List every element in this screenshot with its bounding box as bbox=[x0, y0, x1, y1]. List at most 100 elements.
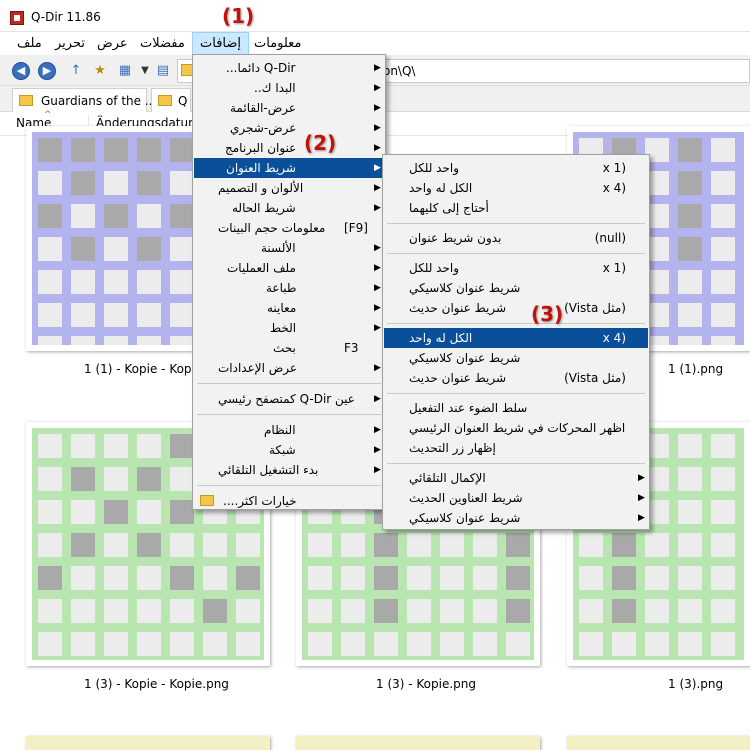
extras-menu-item[interactable]: عرض-القائمة ▶ bbox=[194, 98, 384, 118]
extras-menu-item[interactable]: عين Q-Dir كمتصفح رئيسي ▶ bbox=[194, 389, 384, 409]
thumbnail-cell bbox=[104, 500, 128, 524]
extras-menu-item[interactable]: عنوان البرنامج ▶ bbox=[194, 138, 384, 158]
thumbnail-cell bbox=[579, 566, 603, 590]
thumbnail-cell bbox=[407, 599, 431, 623]
titlebar-menu-item[interactable]: شريط العناوين الحديث ▶ bbox=[384, 488, 648, 508]
titlebar-menu-item[interactable]: شريط عنوان كلاسيكي bbox=[384, 348, 648, 368]
extras-menu-item[interactable]: شبكة ▶ bbox=[194, 440, 384, 460]
thumbnail-cell bbox=[137, 303, 161, 327]
menu-item-label: عنوان البرنامج bbox=[225, 141, 297, 155]
thumbnail-cell bbox=[38, 632, 62, 656]
file-label[interactable]: 1 (3).png bbox=[668, 677, 723, 691]
extras-menu-item[interactable]: الألسنة ▶ bbox=[194, 238, 384, 258]
extras-menu-item[interactable]: بحث F3 bbox=[194, 338, 384, 358]
thumbnail-cell bbox=[38, 237, 62, 261]
thumbnail-cell bbox=[38, 434, 62, 458]
chevron-right-icon: ▶ bbox=[374, 183, 381, 193]
menu-edit[interactable]: تحرير bbox=[48, 32, 92, 56]
thumbnail-cell bbox=[71, 434, 95, 458]
menu-item-label: واحد للكل bbox=[409, 261, 460, 275]
titlebar-menu-item[interactable]: الإكمال التلقائي ▶ bbox=[384, 468, 648, 488]
file-label[interactable]: 1 (3) - Kopie.png bbox=[376, 677, 476, 691]
file-thumbnail[interactable] bbox=[296, 736, 540, 750]
menu-item-label: بحث bbox=[273, 341, 296, 355]
thumbnail-cell bbox=[711, 467, 735, 491]
menu-favorites[interactable]: مفضلات bbox=[133, 32, 192, 56]
layout-icon[interactable]: ▤ bbox=[153, 61, 173, 81]
tab-q[interactable]: Q bbox=[151, 88, 191, 112]
extras-menu-item[interactable]: عرض-شجري ▶ bbox=[194, 118, 384, 138]
thumbnail-cell bbox=[236, 632, 260, 656]
thumbnail-cell bbox=[71, 270, 95, 294]
menu-item-label: شريط العناوين الحديث bbox=[409, 491, 523, 505]
thumbnail-cell bbox=[38, 303, 62, 327]
titlebar-menu-item[interactable]: إظهار زر التحديث bbox=[384, 438, 648, 458]
thumbnail-cell bbox=[645, 533, 669, 557]
menu-view[interactable]: عرض bbox=[90, 32, 135, 56]
menu-file[interactable]: ملف bbox=[10, 32, 49, 56]
forward-icon[interactable]: ▶ bbox=[38, 62, 56, 80]
extras-menu-item[interactable]: عرض الإعدادات ▶ bbox=[194, 358, 384, 378]
new-folder-icon[interactable]: ★ bbox=[90, 61, 110, 81]
tab-guardians[interactable]: Guardians of the ... bbox=[12, 88, 156, 112]
extras-menu-item[interactable]: شريط العنوان ▶ bbox=[194, 158, 384, 178]
file-label[interactable]: 1 (1).png bbox=[668, 362, 723, 376]
extras-menu-item[interactable]: طباعة ▶ bbox=[194, 278, 384, 298]
extras-menu-item[interactable]: معلومات حجم البينات [F9] bbox=[194, 218, 384, 238]
extras-menu-item[interactable]: الألوان و التصميم ▶ bbox=[194, 178, 384, 198]
titlebar-menu-item[interactable]: اظهر المحركات في شريط العنوان الرئيسي bbox=[384, 418, 648, 438]
titlebar-menu-item[interactable]: أحتاج إلى كليهما bbox=[384, 198, 648, 218]
thumbnail-cell bbox=[374, 533, 398, 557]
thumbnail-cell bbox=[440, 566, 464, 590]
extras-menu-item[interactable]: ملف العمليات ▶ bbox=[194, 258, 384, 278]
menu-separator bbox=[197, 383, 381, 384]
thumbnail-cell bbox=[203, 533, 227, 557]
thumbnail-cell bbox=[473, 632, 497, 656]
back-icon[interactable]: ◀ bbox=[12, 62, 30, 80]
thumbnail-cell bbox=[137, 237, 161, 261]
titlebar-menu-item[interactable]: واحد للكل (x 1 bbox=[384, 158, 648, 178]
menu-extras[interactable]: إضافات bbox=[192, 32, 250, 56]
up-icon[interactable]: ↑ bbox=[66, 61, 86, 81]
titlebar-menu-item[interactable]: شريط عنوان حديث (مثل Vista) bbox=[384, 368, 648, 388]
extras-menu-item[interactable]: معاينه ▶ bbox=[194, 298, 384, 318]
thumbnail-cell bbox=[137, 138, 161, 162]
tab-label: Guardians of the ... bbox=[41, 94, 157, 108]
file-thumbnail[interactable] bbox=[26, 736, 270, 750]
chevron-right-icon: ▶ bbox=[374, 394, 381, 404]
thumbnail-cell bbox=[137, 336, 161, 345]
menu-info[interactable]: معلومات bbox=[247, 32, 308, 56]
titlebar-menu-item[interactable]: واحد للكل (x 1 bbox=[384, 258, 648, 278]
thumbnail-cell bbox=[711, 599, 735, 623]
thumbnail-cell bbox=[612, 533, 636, 557]
extras-menu-item[interactable]: بدء التشغيل التلقائي ▶ bbox=[194, 460, 384, 480]
extras-menu-item[interactable]: شريط الحاله ▶ bbox=[194, 198, 384, 218]
menu-item-hint: (x 1 bbox=[602, 261, 626, 275]
menu-separator bbox=[387, 463, 645, 464]
titlebar-menu-item[interactable]: شريط عنوان كلاسيكي bbox=[384, 278, 648, 298]
thumbnail-cell bbox=[341, 599, 365, 623]
menu-item-label: شبكة bbox=[269, 443, 296, 457]
thumbnail-cell bbox=[170, 500, 194, 524]
titlebar-menu-item[interactable]: بدون شريط عنوان (null) bbox=[384, 228, 648, 248]
titlebar-menu-item[interactable]: الكل له واحد (x 4 bbox=[384, 328, 648, 348]
extras-menu-item[interactable]: النظام ▶ bbox=[194, 420, 384, 440]
titlebar-menu-item[interactable]: شريط عنوان كلاسيكي ▶ bbox=[384, 508, 648, 528]
extras-menu-item[interactable]: خيارات اكثر.... bbox=[194, 491, 384, 511]
thumbnail-cell bbox=[341, 566, 365, 590]
extras-menu-item[interactable]: الخط ▶ bbox=[194, 318, 384, 338]
file-thumbnail[interactable] bbox=[567, 736, 750, 750]
extras-menu-item[interactable]: Q-Dir دائما... ▶ bbox=[194, 58, 384, 78]
view-grid-icon[interactable]: ▦ bbox=[115, 61, 135, 81]
thumbnail-cell bbox=[71, 237, 95, 261]
file-label[interactable]: 1 (3) - Kopie - Kopie.png bbox=[84, 677, 229, 691]
titlebar-menu-item[interactable]: سلط الضوء عند التفعيل bbox=[384, 398, 648, 418]
chevron-right-icon: ▶ bbox=[374, 323, 381, 333]
titlebar-menu-item[interactable]: الكل له واحد (x 4 bbox=[384, 178, 648, 198]
menu-item-label: البدا ك.. bbox=[254, 81, 296, 95]
thumbnail-cell bbox=[711, 500, 735, 524]
chevron-down-icon[interactable]: ▼ bbox=[135, 61, 155, 81]
thumbnail-cell bbox=[104, 632, 128, 656]
titlebar-menu-item[interactable]: شريط عنوان حديث (مثل Vista) bbox=[384, 298, 648, 318]
extras-menu-item[interactable]: البدا ك.. ▶ bbox=[194, 78, 384, 98]
